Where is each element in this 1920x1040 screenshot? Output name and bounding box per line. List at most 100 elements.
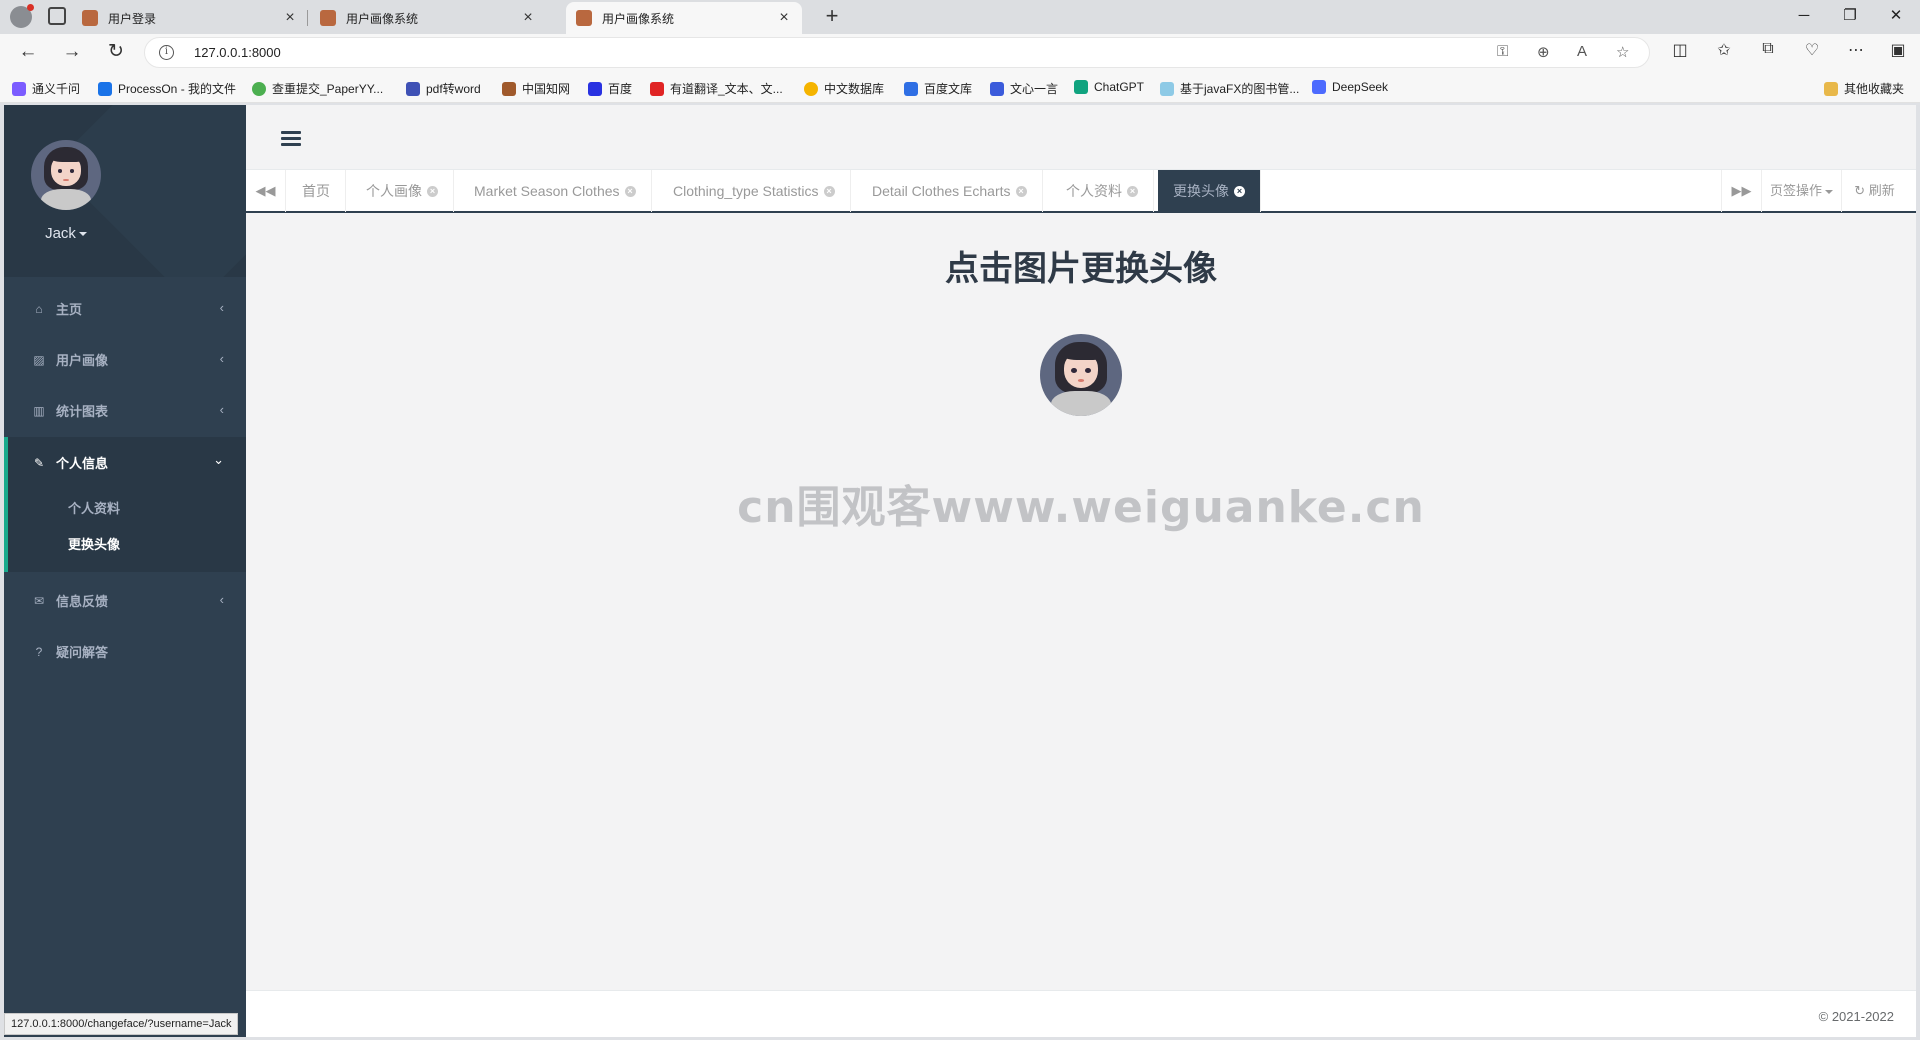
- chevron-left-icon: ‹: [219, 351, 224, 366]
- menu-item-personal-info[interactable]: ✎ 个人信息 ⌄: [4, 437, 246, 488]
- submenu-item-change-avatar[interactable]: 更换头像: [68, 534, 120, 553]
- tab-options-dropdown[interactable]: 页签操作: [1761, 170, 1841, 212]
- bookmark-label: 百度: [608, 82, 633, 96]
- close-icon[interactable]: ×: [282, 9, 298, 27]
- refresh-label: 刷新: [1868, 183, 1895, 198]
- collections-icon[interactable]: ⧉: [1755, 40, 1781, 58]
- bookmark-label: ProcessOn - 我的文件: [118, 82, 237, 96]
- bookmark-icon: [1160, 81, 1174, 96]
- tab-close-icon[interactable]: ×: [1234, 185, 1245, 197]
- submenu-item-profile[interactable]: 个人资料: [68, 498, 120, 517]
- close-icon[interactable]: ×: [776, 9, 792, 27]
- bookmark[interactable]: pdf转word: [406, 80, 481, 97]
- bookmark-label: 百度文库: [924, 82, 973, 96]
- app-frame: Jack ⌂ 主页 ‹ ▨ 用户画像 ‹ ▥ 统计图表 ‹ ✎ 个人信息 ⌄ 个…: [4, 105, 1916, 1037]
- tab-close-icon[interactable]: ×: [1015, 185, 1027, 197]
- sidebar-toggle-icon[interactable]: ▣: [1885, 40, 1911, 60]
- minimize-button[interactable]: ─: [1781, 0, 1827, 34]
- bookmark[interactable]: ProcessOn - 我的文件: [98, 80, 236, 97]
- bookmark-icon: [904, 81, 918, 96]
- more-menu-icon[interactable]: ⋯: [1843, 40, 1869, 60]
- favorites-icon[interactable]: ✩: [1711, 40, 1737, 60]
- menu-toggle-icon[interactable]: [281, 131, 301, 149]
- tab-home[interactable]: 首页: [287, 170, 346, 212]
- tab-actions-icon[interactable]: [48, 7, 66, 25]
- key-icon[interactable]: ⚿: [1497, 43, 1508, 60]
- menu-item-label: 统计图表: [56, 404, 109, 419]
- back-button[interactable]: ←: [14, 39, 42, 65]
- url-text[interactable]: 127.0.0.1:8000: [194, 45, 281, 60]
- menu-item-statistics[interactable]: ▥ 统计图表 ‹: [4, 385, 246, 436]
- restore-button[interactable]: ❐: [1827, 0, 1873, 34]
- profile-icon[interactable]: [10, 4, 34, 28]
- bookmark-icon: [588, 81, 602, 96]
- tabs-scroll-left-icon[interactable]: ◀◀: [246, 170, 286, 212]
- edit-icon: ✎: [33, 455, 45, 470]
- chevron-left-icon: ‹: [219, 402, 224, 417]
- tab-close-icon[interactable]: ×: [823, 185, 835, 197]
- folder-icon: [1824, 81, 1838, 96]
- menu-item-faq[interactable]: ? 疑问解答: [4, 626, 246, 677]
- bookmark[interactable]: DeepSeek: [1312, 80, 1388, 94]
- menu-item-user-portrait[interactable]: ▨ 用户画像 ‹: [4, 334, 246, 385]
- tab-label: Market Season Clothes: [474, 183, 620, 199]
- bookmark-label: pdf转word: [426, 82, 481, 96]
- bookmark[interactable]: 中文数据库: [804, 80, 884, 97]
- browser-tab-active[interactable]: 用户画像系统 ×: [566, 2, 802, 34]
- bookmark[interactable]: 基于javaFX的图书管...: [1160, 80, 1299, 97]
- bookmark[interactable]: 查重提交_PaperYY...: [252, 80, 383, 97]
- bookmark-label: ChatGPT: [1094, 80, 1145, 94]
- bookmark[interactable]: 百度: [588, 80, 632, 97]
- address-bar[interactable]: i 127.0.0.1:8000 ⚿ ⊕ A ☆: [144, 37, 1650, 68]
- tab-label: Clothing_type Statistics: [673, 183, 819, 199]
- menu-item-feedback[interactable]: ✉ 信息反馈 ‹: [4, 575, 246, 626]
- browser-tab[interactable]: 用户登录 ×: [72, 2, 308, 34]
- bookmark[interactable]: 中国知网: [502, 80, 570, 97]
- bookmark-label: 文心一言: [1010, 82, 1059, 96]
- menu-item-label: 信息反馈: [56, 594, 109, 609]
- tab-label: 个人画像: [366, 183, 422, 199]
- tab-user-portrait[interactable]: 个人画像 ×: [351, 170, 454, 212]
- browser-tab-title: 用户画像系统: [602, 11, 675, 26]
- menu-item-label: 疑问解答: [56, 645, 109, 660]
- tab-close-icon[interactable]: ×: [427, 185, 438, 197]
- reload-button[interactable]: ↻: [102, 39, 130, 65]
- tabs-scroll-right-icon[interactable]: ▶▶: [1721, 170, 1761, 212]
- window-close-button[interactable]: ✕: [1873, 0, 1919, 34]
- content-panel: 点击图片更换头像 cn围观客www.weiguanke.cn: [246, 215, 1916, 995]
- bookmark[interactable]: 百度文库: [904, 80, 972, 97]
- tab-change-avatar[interactable]: 更换头像 ×: [1158, 170, 1261, 212]
- bookmark[interactable]: 文心一言: [990, 80, 1058, 97]
- avatar[interactable]: [31, 140, 101, 210]
- tab-options-label: 页签操作: [1769, 183, 1822, 198]
- caret-down-icon: [1825, 189, 1833, 194]
- new-tab-button[interactable]: +: [818, 3, 846, 29]
- bookmark-icon: [650, 81, 664, 96]
- tab-profile[interactable]: 个人资料 ×: [1051, 170, 1154, 212]
- favorite-star-icon[interactable]: ☆: [1616, 43, 1629, 61]
- close-icon[interactable]: ×: [520, 9, 536, 27]
- tab-close-icon[interactable]: ×: [1127, 185, 1138, 197]
- tab-detail-clothes-echarts[interactable]: Detail Clothes Echarts ×: [857, 170, 1043, 212]
- refresh-button[interactable]: ↻ 刷新: [1841, 170, 1907, 212]
- menu-item-home[interactable]: ⌂ 主页 ‹: [4, 283, 246, 334]
- menu-item-label: 个人信息: [56, 456, 109, 471]
- bookmark[interactable]: 有道翻译_文本、文...: [650, 80, 783, 97]
- chevron-down-icon: ⌄: [213, 452, 224, 467]
- split-screen-icon[interactable]: ◫: [1667, 40, 1693, 60]
- bookmark[interactable]: ChatGPT: [1074, 80, 1144, 94]
- site-info-icon[interactable]: i: [159, 45, 174, 60]
- browser-essentials-icon[interactable]: ♡: [1799, 40, 1825, 60]
- other-bookmarks-folder[interactable]: 其他收藏夹: [1824, 80, 1904, 97]
- forward-button[interactable]: →: [58, 39, 86, 65]
- zoom-icon[interactable]: ⊕: [1537, 43, 1550, 61]
- browser-tab[interactable]: 用户画像系统 ×: [310, 2, 546, 34]
- bookmark[interactable]: 通义千问: [12, 80, 80, 97]
- read-aloud-icon[interactable]: A: [1577, 43, 1587, 60]
- tab-close-icon[interactable]: ×: [624, 185, 636, 197]
- change-avatar-image[interactable]: [1040, 334, 1122, 416]
- bookmark-label: 中国知网: [522, 82, 571, 96]
- user-dropdown[interactable]: Jack: [4, 225, 128, 242]
- tab-clothing-type-statistics[interactable]: Clothing_type Statistics ×: [658, 170, 851, 212]
- tab-market-season-clothes[interactable]: Market Season Clothes ×: [459, 170, 652, 212]
